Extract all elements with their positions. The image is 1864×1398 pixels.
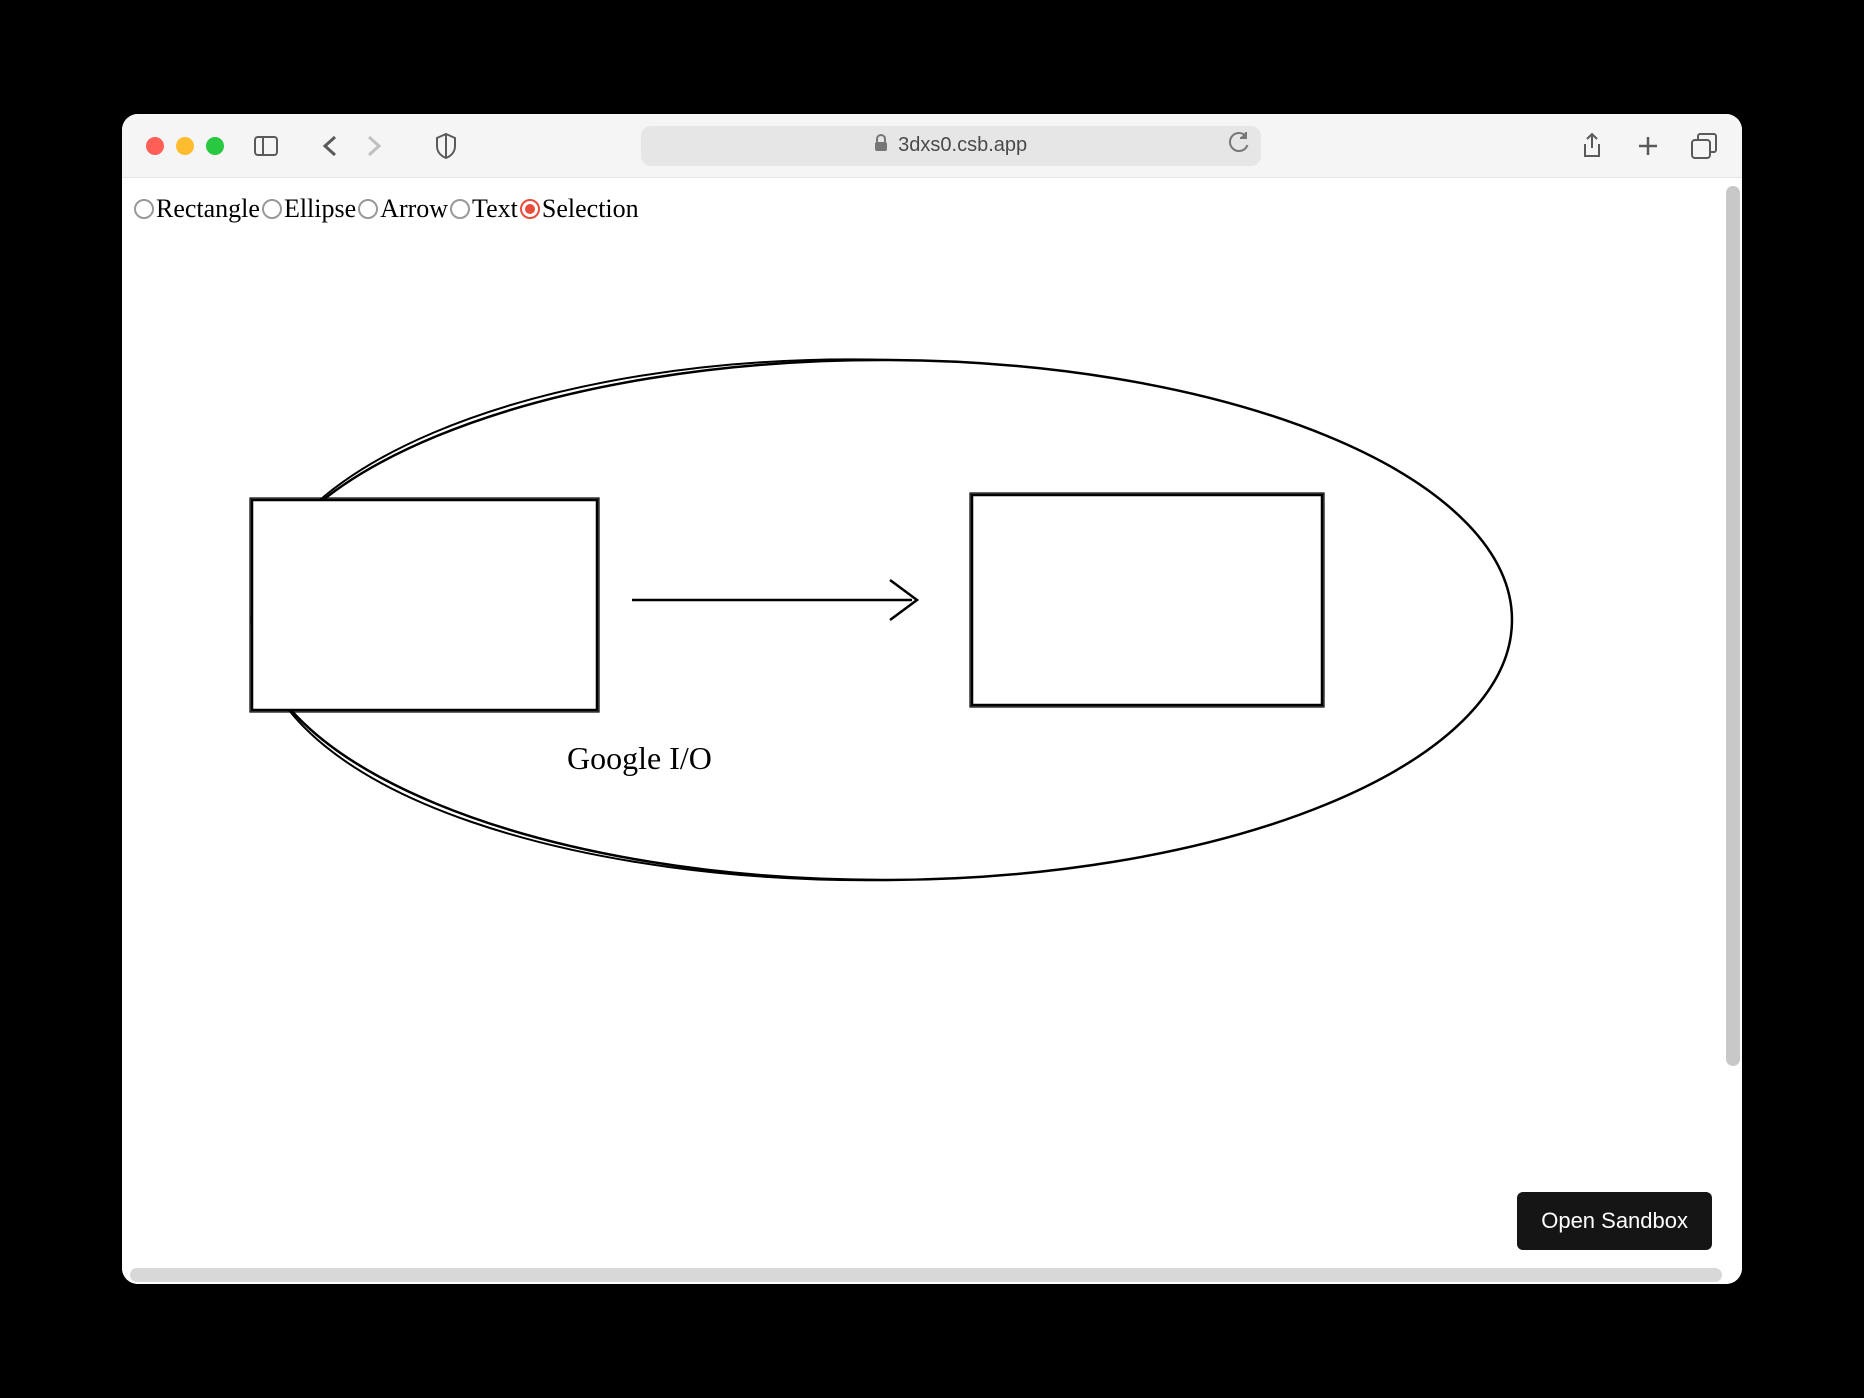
browser-window: 3dxs0.csb.app bbox=[122, 114, 1742, 1284]
drawing-canvas[interactable]: Google I/O bbox=[122, 240, 1742, 1040]
sidebar-toggle-icon[interactable] bbox=[252, 132, 280, 160]
forward-button[interactable] bbox=[360, 132, 388, 160]
tool-label: Text bbox=[472, 194, 518, 224]
new-tab-icon[interactable] bbox=[1634, 132, 1662, 160]
tool-selector: Rectangle Ellipse Arrow Text Selection bbox=[122, 178, 1742, 240]
tool-selection[interactable]: Selection bbox=[520, 194, 639, 224]
radio-rectangle[interactable] bbox=[134, 199, 154, 219]
horizontal-scrollbar[interactable] bbox=[130, 1268, 1722, 1282]
canvas-text-label[interactable]: Google I/O bbox=[567, 740, 712, 777]
radio-arrow[interactable] bbox=[358, 199, 378, 219]
tool-label: Ellipse bbox=[284, 194, 356, 224]
minimize-window-button[interactable] bbox=[176, 137, 194, 155]
url-text: 3dxs0.csb.app bbox=[898, 134, 1027, 157]
refresh-icon[interactable] bbox=[1229, 132, 1249, 159]
canvas-rectangle-left[interactable] bbox=[252, 500, 597, 710]
canvas-rectangle-right[interactable] bbox=[972, 495, 1322, 705]
close-window-button[interactable] bbox=[146, 137, 164, 155]
window-controls bbox=[146, 137, 224, 155]
radio-text[interactable] bbox=[450, 199, 470, 219]
tool-label: Rectangle bbox=[156, 194, 260, 224]
tabs-overview-icon[interactable] bbox=[1690, 132, 1718, 160]
lock-icon bbox=[874, 134, 888, 157]
browser-chrome: 3dxs0.csb.app bbox=[122, 114, 1742, 178]
radio-selection[interactable] bbox=[520, 199, 540, 219]
tool-label: Selection bbox=[542, 194, 639, 224]
nav-arrows bbox=[316, 132, 388, 160]
tool-arrow[interactable]: Arrow bbox=[358, 194, 448, 224]
back-button[interactable] bbox=[316, 132, 344, 160]
open-sandbox-button[interactable]: Open Sandbox bbox=[1517, 1192, 1712, 1250]
tool-text[interactable]: Text bbox=[450, 194, 518, 224]
shield-icon[interactable] bbox=[432, 132, 460, 160]
tool-ellipse[interactable]: Ellipse bbox=[262, 194, 356, 224]
right-toolbar-icons bbox=[1578, 132, 1718, 160]
url-bar[interactable]: 3dxs0.csb.app bbox=[641, 126, 1261, 166]
tool-rectangle[interactable]: Rectangle bbox=[134, 194, 260, 224]
radio-ellipse[interactable] bbox=[262, 199, 282, 219]
share-icon[interactable] bbox=[1578, 132, 1606, 160]
page-content: Rectangle Ellipse Arrow Text Selection bbox=[122, 178, 1742, 1284]
vertical-scrollbar[interactable] bbox=[1726, 186, 1740, 1066]
maximize-window-button[interactable] bbox=[206, 137, 224, 155]
canvas-svg bbox=[122, 240, 1722, 1040]
tool-label: Arrow bbox=[380, 194, 448, 224]
